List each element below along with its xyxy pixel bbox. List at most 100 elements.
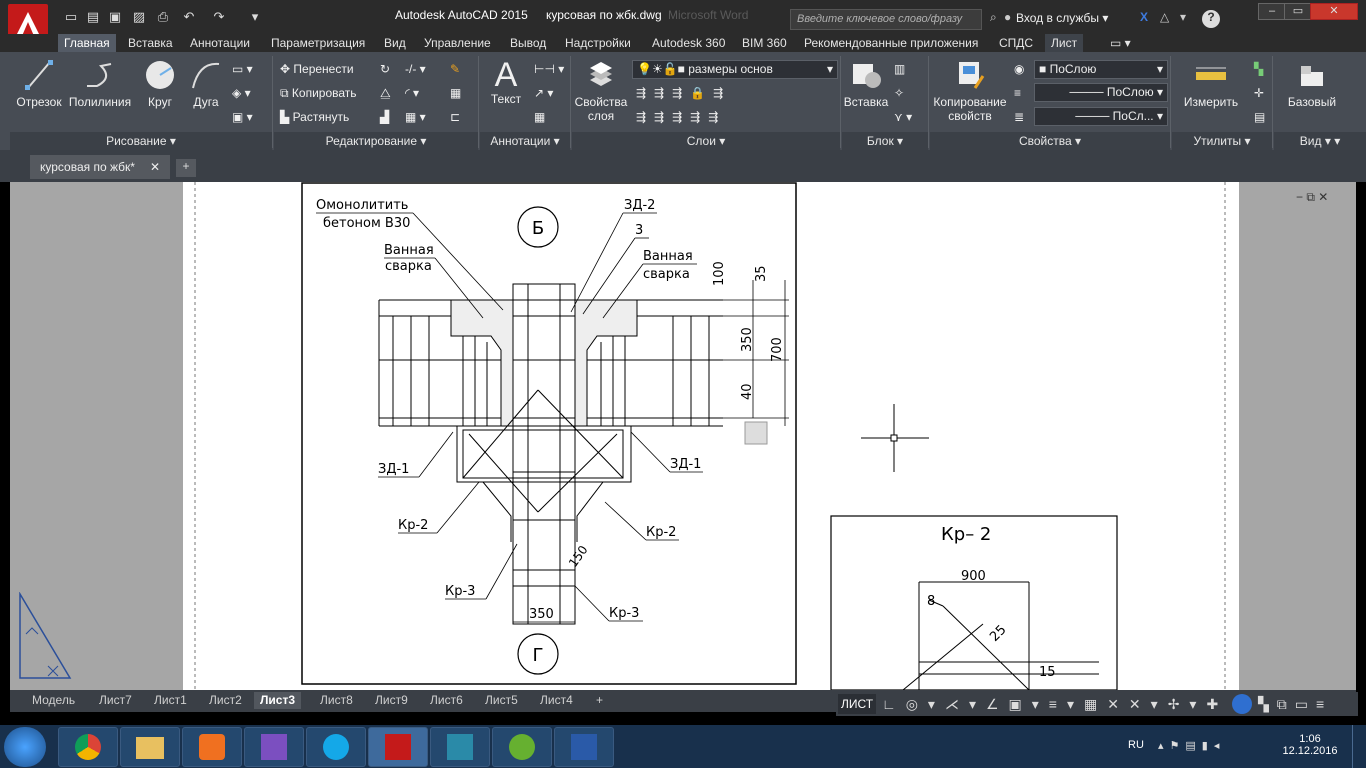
- move-button[interactable]: ✥ Перенести: [280, 62, 354, 76]
- close-button[interactable]: ✕: [1310, 3, 1358, 20]
- status-tools[interactable]: ∟◎▾⋌▾∠▣▾≡▾▦✕✕▾✢▾✚: [882, 696, 1228, 713]
- attribute-icon[interactable]: ⋎ ▾: [894, 110, 912, 124]
- tab-addins[interactable]: Надстройки: [559, 34, 637, 52]
- layout-tab-list8[interactable]: Лист8: [314, 692, 359, 709]
- point-id-icon[interactable]: ✛: [1254, 86, 1264, 100]
- layer-tools-row-1[interactable]: ⇶⇶⇶🔒⇶: [636, 86, 731, 100]
- tab-view[interactable]: Вид: [378, 34, 412, 52]
- isolate-icon[interactable]: [1232, 694, 1252, 714]
- new-file-icon[interactable]: ▭: [62, 9, 80, 25]
- explorer-taskbar-icon[interactable]: [120, 727, 180, 767]
- user-icon[interactable]: ●: [1004, 10, 1011, 28]
- ribbon-options-icon[interactable]: ▭ ▾: [1104, 34, 1137, 52]
- block-panel-title[interactable]: Блок ▾: [842, 132, 928, 150]
- line-button[interactable]: Отрезок: [16, 58, 62, 109]
- layout-tab-model[interactable]: Модель: [26, 692, 81, 709]
- tab-bim360[interactable]: BIM 360: [736, 34, 793, 52]
- tab-featured-apps[interactable]: Рекомендованные приложения: [798, 34, 984, 52]
- layers-panel-title[interactable]: Слои ▾: [572, 132, 840, 150]
- measure-button[interactable]: Измерить: [1176, 58, 1246, 109]
- tab-parametric[interactable]: Параметризация: [265, 34, 371, 52]
- help-dropdown-icon[interactable]: ▾: [1180, 10, 1186, 28]
- status-tools-right[interactable]: ▚⧉▭≡: [1258, 696, 1332, 713]
- insert-block-button[interactable]: Вставка: [842, 58, 890, 109]
- viewport-controls[interactable]: − ⧉ ✕: [1296, 190, 1328, 205]
- save-as-icon[interactable]: ▨: [130, 9, 148, 25]
- leader-icon[interactable]: ↗ ▾: [534, 86, 553, 100]
- tab-home[interactable]: Главная: [58, 34, 116, 52]
- help-icon[interactable]: ?: [1202, 10, 1220, 28]
- draw-panel-title[interactable]: Рисование ▾: [10, 132, 272, 150]
- create-block-icon[interactable]: ▥: [894, 62, 905, 76]
- layer-dropdown[interactable]: 💡☀🔓■ размеры основ ▾: [632, 60, 838, 79]
- modify-panel-title[interactable]: Редактирование ▾: [274, 132, 478, 150]
- tab-output[interactable]: Вывод: [504, 34, 552, 52]
- region-icon[interactable]: ▣ ▾: [232, 110, 253, 124]
- layer-tools-row-2[interactable]: ⇶⇶⇶⇶⇶: [636, 110, 726, 124]
- tray-icons[interactable]: ▴⚑▤▮◂: [1158, 739, 1225, 752]
- copy-button[interactable]: ⧉ Копировать: [280, 86, 357, 101]
- view-panel-title[interactable]: Вид ▾ ▾: [1274, 132, 1366, 150]
- arc-button[interactable]: Дуга: [188, 58, 224, 109]
- mirror-icon[interactable]: ⧋: [380, 86, 391, 101]
- layout-tab-list5[interactable]: Лист5: [479, 692, 524, 709]
- layout-tab-list9[interactable]: Лист9: [369, 692, 414, 709]
- properties-panel-title[interactable]: Свойства ▾: [930, 132, 1170, 150]
- linetype-dropdown[interactable]: ──── ПоСлою ▾: [1034, 83, 1168, 102]
- rotate-icon[interactable]: ↻: [380, 62, 390, 76]
- word-taskbar-icon[interactable]: [554, 727, 614, 767]
- tab-sheet[interactable]: Лист: [1045, 34, 1084, 52]
- utorrent-taskbar-icon[interactable]: [492, 727, 552, 767]
- trim-icon[interactable]: -/- ▾: [405, 62, 426, 76]
- lineweight-dropdown[interactable]: ──── ПоСл... ▾: [1034, 107, 1168, 126]
- new-layout-button[interactable]: +: [590, 692, 609, 709]
- match-properties-button[interactable]: Копирование свойств: [930, 58, 1010, 123]
- fillet-icon[interactable]: ◜ ▾: [405, 86, 419, 100]
- layout-tab-list3[interactable]: Лист3: [254, 692, 302, 709]
- polyline-button[interactable]: Полилиния: [68, 58, 132, 109]
- undo-icon[interactable]: ↶: [180, 9, 198, 25]
- autocad-taskbar-icon[interactable]: [368, 727, 428, 767]
- annotation-panel-title[interactable]: Аннотации ▾: [480, 132, 570, 150]
- binoculars-icon[interactable]: ⌕: [990, 10, 997, 28]
- new-tab-button[interactable]: +: [176, 159, 196, 177]
- exchange-icon[interactable]: X: [1140, 10, 1148, 28]
- search-input[interactable]: Введите ключевое слово/фразу: [790, 9, 982, 30]
- maya-taskbar-icon[interactable]: [430, 727, 490, 767]
- quick-access-dropdown-icon[interactable]: ▾: [246, 9, 264, 25]
- layout-tab-list6[interactable]: Лист6: [424, 692, 469, 709]
- drawing-canvas[interactable]: Б Г 100 35 350 700 40 350 150 Омонолитит…: [183, 182, 1239, 690]
- layout-tab-list2[interactable]: Лист2: [203, 692, 248, 709]
- chrome-taskbar-icon[interactable]: [58, 727, 118, 767]
- visual-studio-taskbar-icon[interactable]: [244, 727, 304, 767]
- base-view-button[interactable]: Базовый: [1280, 58, 1344, 109]
- rectangle-icon[interactable]: ▭ ▾: [232, 62, 253, 76]
- dimension-icon[interactable]: ⊢⊣ ▾: [534, 62, 564, 76]
- hatch-icon[interactable]: ◈ ▾: [232, 86, 251, 100]
- layout-tab-list7[interactable]: Лист7: [93, 692, 138, 709]
- paper-space-toggle[interactable]: ЛИСТ: [838, 694, 876, 714]
- close-tab-icon[interactable]: ✕: [150, 160, 160, 174]
- skype-taskbar-icon[interactable]: [306, 727, 366, 767]
- tab-manage[interactable]: Управление: [418, 34, 497, 52]
- color-dropdown[interactable]: ■ ПоСлою ▾: [1034, 60, 1168, 79]
- save-icon[interactable]: ▣: [106, 9, 124, 25]
- calculator-icon[interactable]: ▤: [1254, 110, 1265, 124]
- stretch-button[interactable]: ▙ Растянуть: [280, 110, 349, 124]
- tab-insert[interactable]: Вставка: [122, 34, 179, 52]
- show-desktop-button[interactable]: [1352, 725, 1366, 768]
- open-file-icon[interactable]: ▤: [84, 9, 102, 25]
- quick-select-icon[interactable]: ▚: [1254, 62, 1263, 76]
- tab-annotate[interactable]: Аннотации: [184, 34, 256, 52]
- signin-button[interactable]: Вход в службы ▾: [1016, 11, 1108, 25]
- clock[interactable]: 1:06 12.12.2016: [1280, 733, 1340, 757]
- circle-button[interactable]: Круг: [140, 58, 180, 109]
- erase-icon[interactable]: ✎: [450, 62, 460, 76]
- explode-icon[interactable]: ▦: [450, 86, 461, 100]
- tab-autodesk360[interactable]: Autodesk 360: [646, 34, 731, 52]
- utilities-panel-title[interactable]: Утилиты ▾: [1172, 132, 1272, 150]
- tab-spds[interactable]: СПДС: [993, 34, 1039, 52]
- edit-block-icon[interactable]: ✧: [894, 86, 904, 100]
- text-button[interactable]: A Текст: [486, 58, 526, 106]
- print-icon[interactable]: ⎙: [154, 9, 172, 25]
